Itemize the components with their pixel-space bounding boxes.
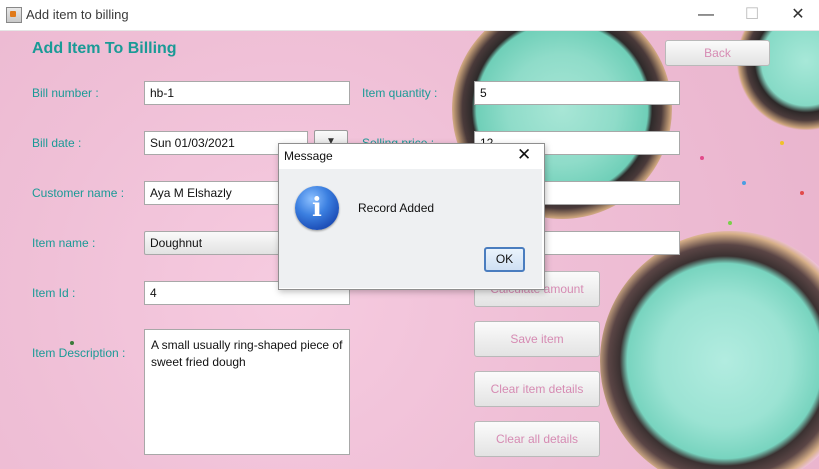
back-button[interactable]: Back bbox=[665, 40, 770, 66]
sprinkle-decoration bbox=[800, 191, 804, 195]
doughnut-decoration bbox=[600, 231, 819, 469]
customer-name-label: Customer name : bbox=[32, 186, 125, 200]
dialog-message: Record Added bbox=[358, 201, 435, 215]
item-id-label: Item Id : bbox=[32, 286, 76, 300]
maximize-button[interactable]: ☐ bbox=[729, 0, 775, 30]
title-bar: Add item to billing — ☐ ✕ bbox=[0, 0, 819, 31]
close-window-button[interactable]: ✕ bbox=[775, 0, 819, 30]
item-name-label: Item name : bbox=[32, 236, 96, 250]
message-dialog: Message ✕ i Record Added OK bbox=[278, 143, 545, 290]
sprinkle-decoration bbox=[742, 181, 746, 185]
save-item-button[interactable]: Save item bbox=[474, 321, 600, 357]
clear-item-details-button[interactable]: Clear item details bbox=[474, 371, 600, 407]
java-app-icon bbox=[6, 7, 22, 23]
sprinkle-decoration bbox=[780, 141, 784, 145]
sprinkle-decoration bbox=[70, 341, 74, 345]
ok-button[interactable]: OK bbox=[484, 247, 525, 272]
form-heading: Add Item To Billing bbox=[32, 40, 177, 57]
clear-all-details-button[interactable]: Clear all details bbox=[474, 421, 600, 457]
bill-number-label: Bill number : bbox=[32, 86, 99, 100]
window-title: Add item to billing bbox=[26, 7, 129, 22]
info-icon: i bbox=[295, 186, 339, 230]
app-window: Add item to billing — ☐ ✕ Add Item To Bi… bbox=[0, 0, 819, 469]
minimize-button[interactable]: — bbox=[683, 0, 729, 30]
bill-number-field[interactable]: hb-1 bbox=[144, 81, 350, 105]
item-quantity-label: Item quantity : bbox=[362, 86, 438, 100]
item-description-label: Item Description : bbox=[32, 346, 126, 360]
dialog-title-bar: Message ✕ bbox=[279, 144, 542, 168]
bill-date-label: Bill date : bbox=[32, 136, 82, 150]
sprinkle-decoration bbox=[728, 221, 732, 225]
dialog-title: Message bbox=[284, 149, 333, 163]
item-quantity-field[interactable]: 5 bbox=[474, 81, 680, 105]
item-description-textarea[interactable]: A small usually ring-shaped piece of swe… bbox=[144, 329, 350, 455]
dialog-body: i Record Added OK bbox=[279, 169, 542, 288]
sprinkle-decoration bbox=[700, 156, 704, 160]
dialog-close-button[interactable]: ✕ bbox=[517, 146, 531, 164]
